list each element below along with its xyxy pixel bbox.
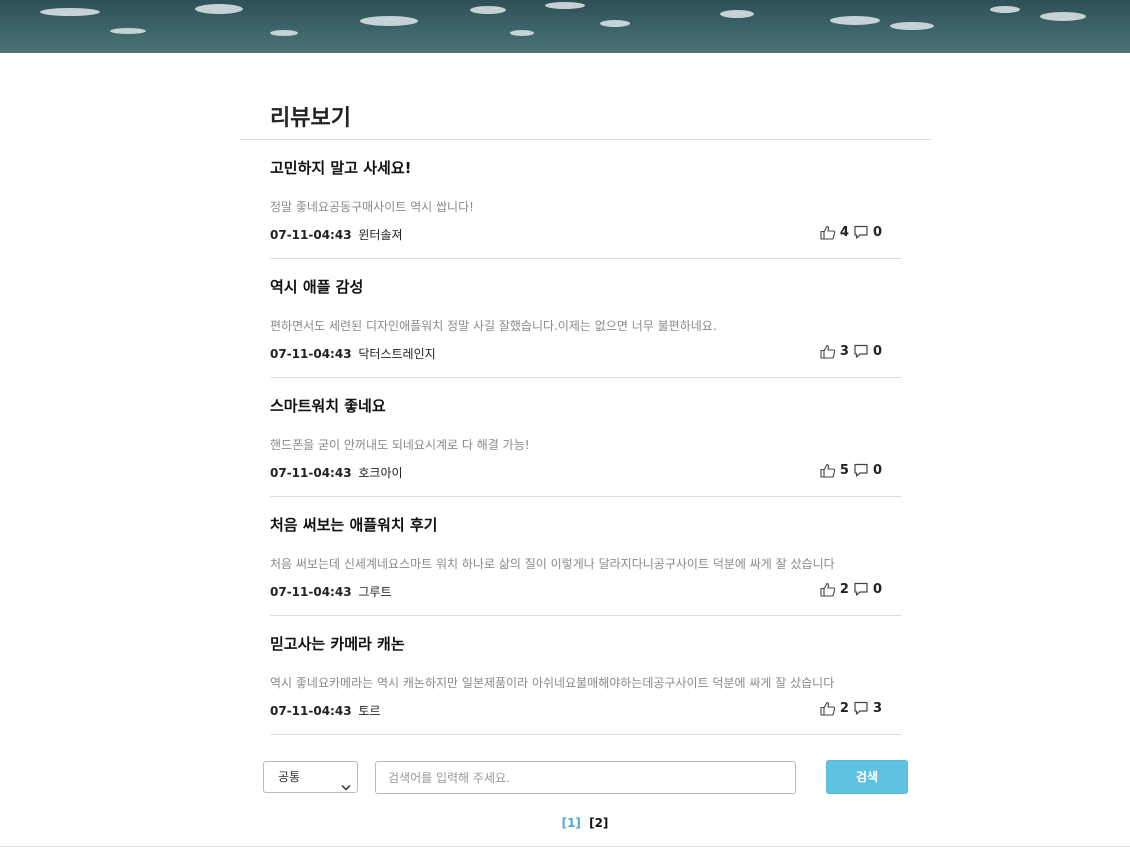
comment-icon[interactable]	[853, 225, 869, 240]
like-count: 2	[839, 701, 849, 716]
review-date: 07-11-04:43	[270, 585, 352, 599]
comment-count: 0	[872, 582, 882, 597]
review-date: 07-11-04:43	[270, 347, 352, 361]
review-body: 역시 좋네요카메라는 역시 캐논하지만 일본제품이라 아쉬네요불매해야하는데공구…	[270, 676, 835, 690]
review-meta: 07-11-04:43 그루트	[270, 583, 392, 600]
review-stats: 5 0	[820, 463, 886, 478]
comment-count: 3	[872, 701, 882, 716]
banner-cloud	[990, 6, 1020, 13]
review-item[interactable]: 고민하지 말고 사세요! 정말 좋네요공동구매사이트 역시 쌉니다! 07-11…	[270, 140, 901, 259]
search-button[interactable]: 검색	[826, 760, 908, 794]
review-body: 핸드폰을 굳이 안꺼내도 되네요시계로 다 해결 가능!	[270, 438, 530, 452]
thumbs-up-icon[interactable]	[820, 582, 836, 597]
like-count: 4	[839, 225, 849, 240]
review-title[interactable]: 고민하지 말고 사세요!	[270, 157, 412, 178]
banner-cloud	[510, 30, 534, 36]
review-item[interactable]: 처음 써보는 애플워치 후기 처음 써보는데 신세계네요스마트 워치 하나로 삶…	[270, 497, 901, 616]
review-author: 닥터스트레인지	[358, 347, 436, 361]
review-title[interactable]: 믿고사는 카메라 캐논	[270, 633, 405, 654]
like-count: 3	[839, 344, 849, 359]
banner-cloud	[1040, 12, 1086, 21]
banner-cloud	[40, 8, 100, 16]
banner-cloud	[110, 28, 146, 34]
page-title: 리뷰보기	[270, 106, 351, 131]
comment-icon[interactable]	[853, 582, 869, 597]
review-date: 07-11-04:43	[270, 466, 352, 480]
comment-icon[interactable]	[853, 701, 869, 716]
review-author: 그루트	[358, 585, 392, 599]
thumbs-up-icon[interactable]	[820, 225, 836, 240]
pagination: [1] [2]	[0, 816, 1130, 830]
banner-cloud	[360, 16, 418, 26]
banner-cloud	[470, 6, 506, 14]
thumbs-up-icon[interactable]	[820, 701, 836, 716]
banner-cloud	[830, 16, 880, 25]
review-meta: 07-11-04:43 토르	[270, 702, 380, 719]
review-item[interactable]: 스마트워치 좋네요 핸드폰을 굳이 안꺼내도 되네요시계로 다 해결 가능! 0…	[270, 378, 901, 497]
review-stats: 3 0	[820, 344, 886, 359]
search-bar: 공통 검색	[263, 760, 908, 794]
comment-icon[interactable]	[853, 344, 869, 359]
review-title[interactable]: 스마트워치 좋네요	[270, 395, 386, 416]
banner-cloud	[545, 2, 585, 9]
search-type-value: 공통	[278, 770, 301, 784]
review-body: 편하면서도 세련된 디자인애플워치 정말 사길 잘했습니다.이제는 없으면 너무…	[270, 319, 717, 333]
review-item[interactable]: 역시 애플 감성 편하면서도 세련된 디자인애플워치 정말 사길 잘했습니다.이…	[270, 259, 901, 378]
review-list: 고민하지 말고 사세요! 정말 좋네요공동구매사이트 역시 쌉니다! 07-11…	[270, 140, 901, 735]
like-count: 5	[839, 463, 849, 478]
comment-icon[interactable]	[853, 463, 869, 478]
comment-count: 0	[872, 463, 882, 478]
review-author: 호크아이	[358, 466, 403, 480]
review-body: 정말 좋네요공동구매사이트 역시 쌉니다!	[270, 200, 474, 214]
comment-count: 0	[872, 344, 882, 359]
page-link-1[interactable]: [1]	[562, 816, 581, 830]
review-date: 07-11-04:43	[270, 228, 352, 242]
search-input[interactable]	[375, 761, 796, 794]
like-count: 2	[839, 582, 849, 597]
banner-cloud	[720, 10, 754, 18]
review-item[interactable]: 믿고사는 카메라 캐논 역시 좋네요카메라는 역시 캐논하지만 일본제품이라 아…	[270, 616, 901, 735]
review-title[interactable]: 역시 애플 감성	[270, 276, 363, 297]
page-link-2[interactable]: [2]	[589, 816, 608, 830]
banner-cloud	[890, 22, 934, 30]
banner-cloud	[195, 4, 243, 14]
review-stats: 2 0	[820, 582, 886, 597]
comment-count: 0	[872, 225, 882, 240]
thumbs-up-icon[interactable]	[820, 463, 836, 478]
review-stats: 4 0	[820, 225, 886, 240]
footer-divider	[0, 846, 1130, 847]
header-banner	[0, 0, 1130, 53]
chevron-down-icon	[341, 773, 351, 803]
review-body: 처음 써보는데 신세계네요스마트 워치 하나로 삶의 질이 이렇게나 달라지다니…	[270, 557, 835, 571]
thumbs-up-icon[interactable]	[820, 344, 836, 359]
banner-cloud	[270, 30, 298, 36]
review-stats: 2 3	[820, 701, 886, 716]
banner-cloud	[600, 20, 630, 27]
review-title[interactable]: 처음 써보는 애플워치 후기	[270, 514, 437, 535]
search-type-select[interactable]: 공통	[263, 761, 358, 793]
review-meta: 07-11-04:43 윈터솔져	[270, 226, 403, 243]
review-author: 윈터솔져	[358, 228, 403, 242]
review-meta: 07-11-04:43 닥터스트레인지	[270, 345, 436, 362]
review-date: 07-11-04:43	[270, 704, 352, 718]
review-meta: 07-11-04:43 호크아이	[270, 464, 403, 481]
review-author: 토르	[358, 704, 381, 718]
